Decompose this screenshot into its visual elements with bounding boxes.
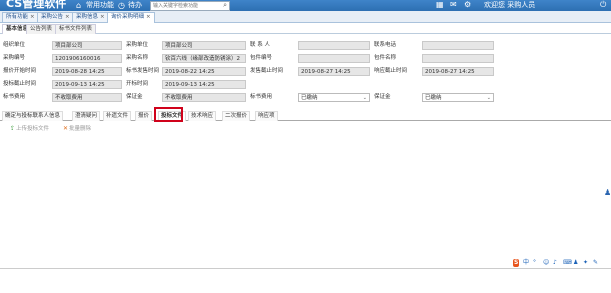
deposit-status-select[interactable]: 已缴纳 ⌄ (422, 93, 494, 102)
tab-label: 询价采购明细 (111, 14, 145, 20)
tab-label: 采购信息 (76, 14, 99, 20)
tab-purchase-info[interactable]: 采购信息 × (72, 12, 109, 22)
bid-open-time-field: 2019-09-13 14:25 (162, 80, 246, 89)
tab-bid-file-list[interactable]: 标书文件列表 (55, 24, 97, 34)
close-icon[interactable]: × (146, 14, 151, 20)
nav-common-functions[interactable]: 常用功能 (86, 1, 114, 10)
tab-label: 所有功能 (6, 14, 29, 20)
contact-label: 联 系 人 (250, 42, 270, 48)
response-deadline-field: 2019-08-27 14:25 (422, 67, 494, 76)
bid-deadline-field: 2019-09-13 14:25 (52, 80, 122, 89)
bid-deadline-label: 投标截止时间 (3, 81, 37, 87)
sale-deadline-field: 2019-08-27 14:25 (298, 67, 370, 76)
bid-open-time-label: 开标时间 (126, 81, 149, 87)
user-icon[interactable]: ♟ (573, 259, 578, 267)
bid-fee-status-select[interactable]: 已缴纳 ⌄ (298, 93, 370, 102)
bid-sale-time-field: 2019-08-22 14:25 (162, 67, 246, 76)
clock-icon[interactable]: ◷ (118, 1, 125, 10)
keyboard-icon[interactable]: ⌨ (563, 259, 572, 267)
select-value: 已缴纳 (425, 95, 442, 101)
close-icon[interactable]: × (30, 14, 35, 20)
tab-addendum[interactable]: 补遗文件 (103, 111, 132, 121)
chevron-down-icon: ⌄ (362, 95, 367, 101)
tab-second-quote[interactable]: 二次报价 (222, 111, 251, 121)
top-header-bar: CS管理软件 ⌂ 常用功能 ◷ 待办 ⌕ ▦ ✉ ⚙ 欢迎您 采购人员 ⏻ (0, 0, 611, 11)
deposit-field: 不收取费用 (162, 93, 246, 102)
deposit-status-label: 保证金 (374, 94, 391, 100)
main-tab-bar: 所有功能 × 采购公告 × 采购信息 × 询价采购明细 × (0, 11, 611, 23)
package-number-field (298, 54, 370, 63)
org-unit-label: 组织单位 (3, 42, 26, 48)
emoji-icon[interactable]: ☺ (543, 259, 549, 267)
upload-label: 上传投标文件 (16, 126, 50, 132)
highlight-box (154, 107, 183, 122)
home-icon[interactable]: ⌂ (76, 1, 81, 10)
tab-tech-response[interactable]: 技术响应 (188, 111, 217, 121)
purchase-unit-label: 采购单位 (126, 42, 149, 48)
user-greeting[interactable]: 欢迎您 采购人员 (484, 0, 535, 10)
tab-inquiry-detail[interactable]: 询价采购明细 × (107, 12, 155, 23)
org-unit-field: 项目部公司 (52, 41, 122, 50)
bid-fee-field: 不收取费用 (52, 93, 122, 102)
status-bar (0, 268, 611, 293)
power-icon[interactable]: ⏻ (600, 0, 606, 10)
purchase-name-label: 采购名称 (126, 55, 149, 61)
close-icon[interactable]: × (100, 14, 105, 20)
settings-icon[interactable]: ⚙ (464, 0, 471, 10)
delete-label: 批量删除 (69, 126, 92, 132)
tab-clarification[interactable]: 澄清疑问 (72, 111, 101, 121)
batch-delete-button[interactable]: ✕批量删除 (63, 125, 91, 133)
contact-field (298, 41, 370, 50)
tab-quote[interactable]: 报价 (135, 111, 153, 121)
function-search-input[interactable] (151, 2, 215, 10)
contact-phone-label: 联系电话 (374, 42, 397, 48)
purchase-unit-field: 项目部公司 (162, 41, 246, 50)
quote-start-label: 报价开始时间 (3, 68, 37, 74)
tab-purchase-notice[interactable]: 采购公告 × (37, 12, 74, 22)
purchase-number-field: 1201906160016 (52, 54, 122, 63)
tab-response-items[interactable]: 响应项 (255, 111, 278, 121)
tab-bid-contact[interactable]: 确定与投标联系人信息 (2, 111, 64, 121)
close-icon[interactable]: × (65, 14, 70, 20)
grid-icon[interactable]: ▦ (436, 0, 444, 10)
microphone-icon[interactable]: ♪ (553, 259, 557, 267)
function-search[interactable]: ⌕ (150, 1, 230, 11)
tab-all-functions[interactable]: 所有功能 × (2, 12, 39, 22)
sub-tab-bar: 基本信息 公告列表 标书文件列表 (0, 23, 611, 34)
bell-icon[interactable]: ✉ (450, 0, 457, 10)
package-number-label: 包件编号 (250, 55, 273, 61)
response-deadline-label: 响应截止时间 (374, 68, 408, 74)
tab-label: 采购公告 (41, 14, 64, 20)
chevron-down-icon: ⌄ (486, 95, 491, 101)
purchase-number-label: 采购编号 (3, 55, 26, 61)
punctuation-icon[interactable]: ° (533, 259, 536, 267)
purchase-name-field: 钦百六线（缘部改造防锈涂）2 (162, 54, 246, 63)
bid-fee-label: 标书费用 (3, 94, 26, 100)
package-name-label: 包件名称 (374, 55, 397, 61)
upload-bid-file-button[interactable]: ⇪上传投标文件 (10, 125, 49, 133)
deposit-label: 保证金 (126, 94, 143, 100)
search-icon[interactable]: ⌕ (223, 1, 227, 10)
shirt-icon[interactable]: ✦ (583, 259, 588, 267)
quote-start-field: 2019-08-28 14:25 (52, 67, 122, 76)
person-icon[interactable]: ♟ (604, 188, 611, 197)
upload-icon: ⇪ (10, 125, 16, 132)
detail-tab-bar: 确定与投标联系人信息 澄清疑问 补遗文件 报价 投标文件 技术响应 二次报价 响… (0, 110, 611, 121)
delete-icon: ✕ (63, 125, 69, 132)
select-value: 已缴纳 (301, 95, 318, 101)
contact-phone-field (422, 41, 494, 50)
app-title: CS管理软件 (6, 0, 67, 10)
chinese-input-icon[interactable]: 中 (523, 259, 529, 267)
bid-fee-status-label: 标书费用 (250, 94, 273, 100)
tab-notice-list[interactable]: 公告列表 (26, 24, 57, 34)
bid-sale-time-label: 标书发售时间 (126, 68, 160, 74)
package-name-field (422, 54, 494, 63)
sale-deadline-label: 发售截止时间 (250, 68, 284, 74)
tools-icon[interactable]: ✎ (593, 259, 598, 267)
s-logo-icon[interactable]: S (513, 259, 520, 267)
nav-todo[interactable]: 待办 (128, 1, 142, 10)
